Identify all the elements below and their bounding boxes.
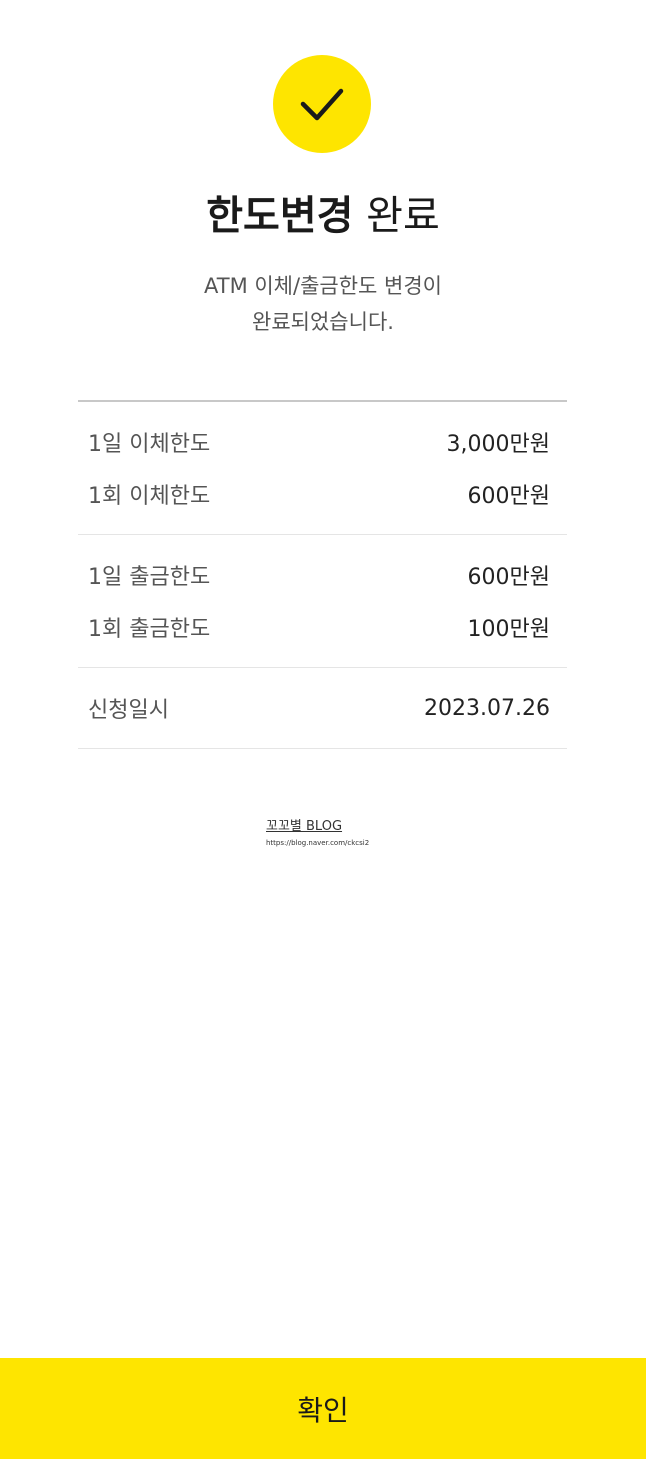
detail-label: 1회 출금한도 — [88, 617, 211, 642]
detail-row-daily-transfer: 1일 이체한도 3,000만원 — [78, 416, 567, 468]
page-title-bold: 한도변경 — [206, 193, 354, 239]
detail-row-application-date: 신청일시 2023.07.26 — [78, 682, 567, 734]
detail-row-per-withdrawal: 1회 출금한도 100만원 — [78, 601, 567, 653]
completion-message-line1: ATM 이체/출금한도 변경이 — [204, 274, 442, 298]
blog-watermark: 꼬꼬별 BLOG https://blog.naver.com/ckcsi2 — [266, 818, 386, 848]
detail-value: 600만원 — [467, 484, 550, 509]
completion-message-line2: 완료되었습니다. — [252, 310, 394, 334]
detail-row-daily-withdrawal: 1일 출금한도 600만원 — [78, 549, 567, 601]
page-title: 한도변경 완료 — [0, 190, 646, 242]
limit-details-table: 1일 이체한도 3,000만원 1회 이체한도 600만원 1일 출금한도 60… — [78, 400, 567, 749]
confirm-button[interactable]: 확인 — [0, 1358, 646, 1459]
detail-row-per-transfer: 1회 이체한도 600만원 — [78, 468, 567, 520]
detail-label: 1회 이체한도 — [88, 484, 211, 509]
completion-message: ATM 이체/출금한도 변경이 완료되었습니다. — [0, 268, 646, 340]
application-group: 신청일시 2023.07.26 — [78, 668, 567, 749]
detail-value: 3,000만원 — [446, 432, 550, 457]
check-icon — [300, 88, 344, 121]
transfer-limit-group: 1일 이체한도 3,000만원 1회 이체한도 600만원 — [78, 402, 567, 535]
detail-label: 1일 출금한도 — [88, 565, 211, 590]
watermark-url: https://blog.naver.com/ckcsi2 — [266, 839, 370, 847]
success-check-badge — [273, 55, 371, 153]
detail-label: 신청일시 — [88, 698, 169, 723]
withdrawal-limit-group: 1일 출금한도 600만원 1회 출금한도 100만원 — [78, 535, 567, 668]
detail-value: 2023.07.26 — [424, 695, 550, 721]
detail-value: 100만원 — [467, 617, 550, 642]
detail-label: 1일 이체한도 — [88, 432, 211, 457]
watermark-title: 꼬꼬별 BLOG — [266, 819, 343, 834]
detail-value: 600만원 — [467, 565, 550, 590]
page-title-normal: 완료 — [366, 193, 440, 239]
